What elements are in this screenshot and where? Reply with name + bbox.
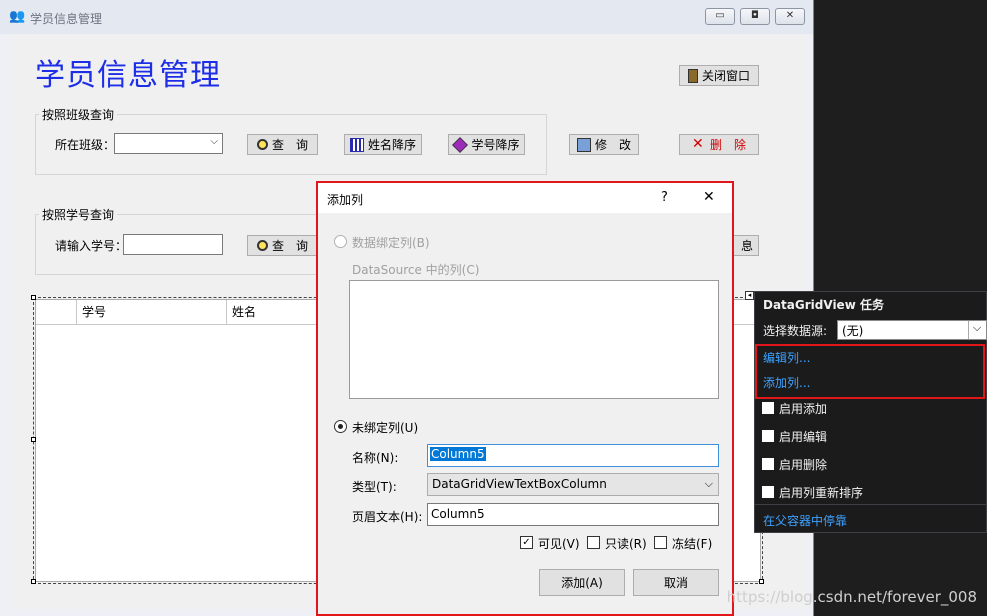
chevron-down-icon: ⌵ [704,477,713,490]
resize-handle[interactable] [31,437,36,442]
chevron-down-icon: ⌵ [210,136,218,147]
id-query-group-title: 按照学号查询 [39,206,118,223]
resize-handle[interactable] [31,295,36,300]
grid-row-header [36,300,77,324]
enable-add-label: 启用添加 [779,402,828,416]
header-text-value: Column5 [431,507,485,521]
grid-column-header[interactable]: 姓名 [227,300,317,324]
delete-label: 删 除 [709,138,746,152]
class-label: 所在班级： [55,138,116,152]
visible-label: 可见(V) [538,537,580,551]
id-label: 请输入学号： [55,239,128,253]
table-icon [349,137,364,152]
magnifier-icon [256,240,268,251]
cancel-button[interactable]: 取消 [633,569,719,596]
resize-handle[interactable] [759,579,764,584]
frozen-label: 冻结(F) [672,537,713,551]
close-window-button[interactable]: 关闭窗口 [679,65,759,86]
add-column-dialog: 添加列 ? ✕ 数据绑定列(B) DataSource 中的列(C) 未绑定列(… [316,181,734,616]
dialog-title: 添加列 [327,193,364,207]
exit-door-icon [687,68,698,83]
visible-checkbox[interactable]: ✓ [520,536,533,549]
app-people-icon: 👥 [9,9,26,24]
dock-in-parent-link[interactable]: 在父容器中停靠 [763,512,847,529]
datasource-columns-list[interactable] [349,280,719,399]
class-query-label: 查 询 [271,138,308,152]
sort-by-id-button[interactable]: 学号降序 [448,134,525,155]
datasource-label: 选择数据源: [763,324,828,338]
header-text-input[interactable]: Column5 [427,503,719,526]
student-id-input[interactable] [123,234,223,255]
watermark: https://blog.csdn.net/forever_008 [726,588,977,606]
dialog-close-button[interactable]: ✕ [703,189,715,205]
readonly-label: 只读(R) [605,537,647,551]
class-select[interactable]: ⌵ [114,133,223,154]
name-label: 名称(N): [352,451,399,465]
id-query-button[interactable]: 查 询 [247,235,318,256]
cube-icon [452,136,469,153]
annotation-highlight-box [755,344,985,399]
unbound-column-radio[interactable] [334,420,347,433]
enable-add-checkbox[interactable] [762,402,774,414]
close-window-label: 关闭窗口 [701,69,750,83]
smart-tag-glyph[interactable]: ◂ [745,291,754,300]
datagridview-tasks-panel: DataGridView 任务 选择数据源: (无) ⌵ 编辑列... 添加列.… [754,291,987,533]
edit-button[interactable]: 修 改 [569,134,639,155]
class-query-group-title: 按照班级查询 [39,106,118,123]
id-query-label: 查 询 [271,239,308,253]
chevron-down-icon: ⌵ [968,321,985,339]
dialog-titlebar: 添加列 ? ✕ [318,183,732,213]
class-query-button[interactable]: 查 询 [247,134,318,155]
grid-column-header[interactable]: 学号 [77,300,227,324]
enable-delete-label: 启用删除 [779,458,828,472]
sort-by-id-label: 学号降序 [471,138,520,152]
datasource-columns-label: DataSource 中的列(C) [352,263,480,277]
type-label: 类型(T): [352,480,397,494]
edit-form-icon [576,137,591,152]
enable-edit-label: 启用编辑 [779,430,828,444]
page-title: 学员信息管理 [35,58,221,93]
sort-by-name-label: 姓名降序 [367,138,416,152]
maximize-button[interactable]: ◘ [740,8,770,25]
form-title: 学员信息管理 [30,12,103,26]
readonly-checkbox[interactable] [587,536,600,549]
close-window-x-button[interactable]: ✕ [775,8,805,25]
info-button-label: 息 [740,239,753,253]
magnifier-icon [256,139,268,150]
datasource-value: (无) [842,324,864,338]
enable-reorder-label: 启用列重新排序 [779,486,864,500]
datasource-select[interactable]: (无) ⌵ [837,320,987,340]
minimize-button[interactable]: ▭ [705,8,735,25]
edit-label: 修 改 [594,138,631,152]
radio-dot [338,424,343,429]
resize-handle[interactable] [31,579,36,584]
form-titlebar: 👥 学员信息管理 ▭ ◘ ✕ [0,0,813,34]
delete-x-icon: ✕ [691,135,704,152]
bound-column-radio[interactable] [334,235,347,248]
enable-reorder-checkbox[interactable] [762,486,774,498]
header-text-label: 页眉文本(H): [352,510,423,524]
bound-column-label: 数据绑定列(B) [352,236,430,250]
help-button[interactable]: ? [661,190,668,205]
name-input[interactable]: Column5 [427,444,719,467]
type-select[interactable]: DataGridViewTextBoxColumn ⌵ [427,473,719,496]
enable-delete-checkbox[interactable] [762,458,774,470]
unbound-column-label: 未绑定列(U) [352,421,419,435]
delete-button[interactable]: ✕ 删 除 [679,134,759,155]
enable-edit-checkbox[interactable] [762,430,774,442]
sort-by-name-button[interactable]: 姓名降序 [344,134,422,155]
add-button[interactable]: 添加(A) [539,569,625,596]
frozen-checkbox[interactable] [654,536,667,549]
type-select-value: DataGridViewTextBoxColumn [432,477,607,491]
name-input-value: Column5 [430,447,486,461]
tasks-divider [755,504,986,505]
tasks-title: DataGridView 任务 [763,298,884,312]
